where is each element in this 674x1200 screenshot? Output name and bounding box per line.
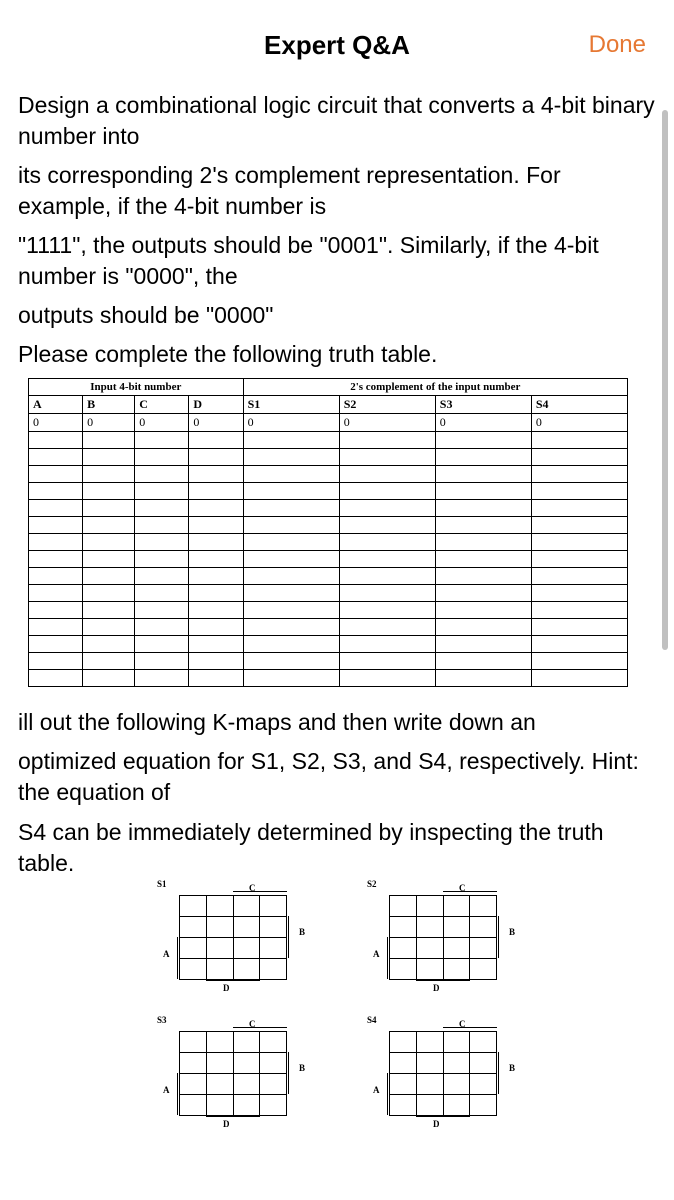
kmap-grid bbox=[179, 895, 287, 980]
col-D: D bbox=[189, 396, 243, 414]
content-area: Design a combinational logic circuit tha… bbox=[0, 90, 674, 1139]
col-C: C bbox=[135, 396, 189, 414]
question-text-8: S4 can be immediately determined by insp… bbox=[18, 817, 656, 879]
table-row: 0 0 0 0 0 0 0 0 bbox=[29, 414, 628, 432]
kmap-s3: S3 A B C D bbox=[157, 1029, 307, 1139]
question-text-6: ill out the following K-maps and then wr… bbox=[18, 707, 656, 738]
table-row bbox=[29, 636, 628, 653]
table-row bbox=[29, 449, 628, 466]
kmap-s2-label: S2 bbox=[367, 879, 377, 889]
scrollbar-thumb[interactable] bbox=[662, 110, 668, 650]
page-title: Expert Q&A bbox=[264, 30, 410, 61]
kmaps-container: S1 A B C D S2 A B C D S3 A B bbox=[18, 893, 656, 1139]
table-row bbox=[29, 517, 628, 534]
table-row bbox=[29, 551, 628, 568]
table-row bbox=[29, 670, 628, 687]
axis-A-label: A bbox=[163, 949, 170, 959]
table-row bbox=[29, 568, 628, 585]
axis-A-label: A bbox=[373, 949, 380, 959]
group-header-output: 2's complement of the input number bbox=[243, 379, 627, 396]
col-B: B bbox=[83, 396, 135, 414]
kmap-s1-label: S1 bbox=[157, 879, 167, 889]
header-bar: Expert Q&A Done bbox=[0, 0, 674, 90]
kmap-s4-label: S4 bbox=[367, 1015, 377, 1025]
kmap-grid bbox=[389, 895, 497, 980]
table-row bbox=[29, 602, 628, 619]
axis-D-label: D bbox=[223, 1119, 230, 1129]
truth-table: Input 4-bit number 2's complement of the… bbox=[28, 378, 628, 687]
axis-A-label: A bbox=[163, 1085, 170, 1095]
col-S1: S1 bbox=[243, 396, 339, 414]
question-text-1: Design a combinational logic circuit tha… bbox=[18, 90, 656, 152]
col-S3: S3 bbox=[435, 396, 531, 414]
table-row bbox=[29, 534, 628, 551]
question-text-4: outputs should be "0000" bbox=[18, 300, 656, 331]
group-header-input: Input 4-bit number bbox=[29, 379, 244, 396]
question-text-7: optimized equation for S1, S2, S3, and S… bbox=[18, 746, 656, 808]
col-S2: S2 bbox=[339, 396, 435, 414]
col-A: A bbox=[29, 396, 83, 414]
table-row bbox=[29, 585, 628, 602]
table-row bbox=[29, 466, 628, 483]
question-text-2: its corresponding 2's complement represe… bbox=[18, 160, 656, 222]
kmap-s1: S1 A B C D bbox=[157, 893, 307, 1003]
table-row bbox=[29, 432, 628, 449]
table-row bbox=[29, 500, 628, 517]
question-text-3: "1111", the outputs should be "0001". Si… bbox=[18, 230, 656, 292]
kmap-s4: S4 A B C D bbox=[367, 1029, 517, 1139]
axis-B-label: B bbox=[299, 1063, 305, 1073]
axis-B-label: B bbox=[509, 927, 515, 937]
axis-D-label: D bbox=[433, 1119, 440, 1129]
done-button[interactable]: Done bbox=[589, 31, 646, 59]
kmap-grid bbox=[389, 1031, 497, 1116]
kmap-s3-label: S3 bbox=[157, 1015, 167, 1025]
table-row bbox=[29, 653, 628, 670]
axis-D-label: D bbox=[433, 983, 440, 993]
axis-D-label: D bbox=[223, 983, 230, 993]
axis-B-label: B bbox=[509, 1063, 515, 1073]
kmap-grid bbox=[179, 1031, 287, 1116]
question-text-5: Please complete the following truth tabl… bbox=[18, 339, 656, 370]
axis-A-label: A bbox=[373, 1085, 380, 1095]
kmap-s2: S2 A B C D bbox=[367, 893, 517, 1003]
table-row bbox=[29, 619, 628, 636]
col-S4: S4 bbox=[531, 396, 627, 414]
table-row bbox=[29, 483, 628, 500]
axis-B-label: B bbox=[299, 927, 305, 937]
